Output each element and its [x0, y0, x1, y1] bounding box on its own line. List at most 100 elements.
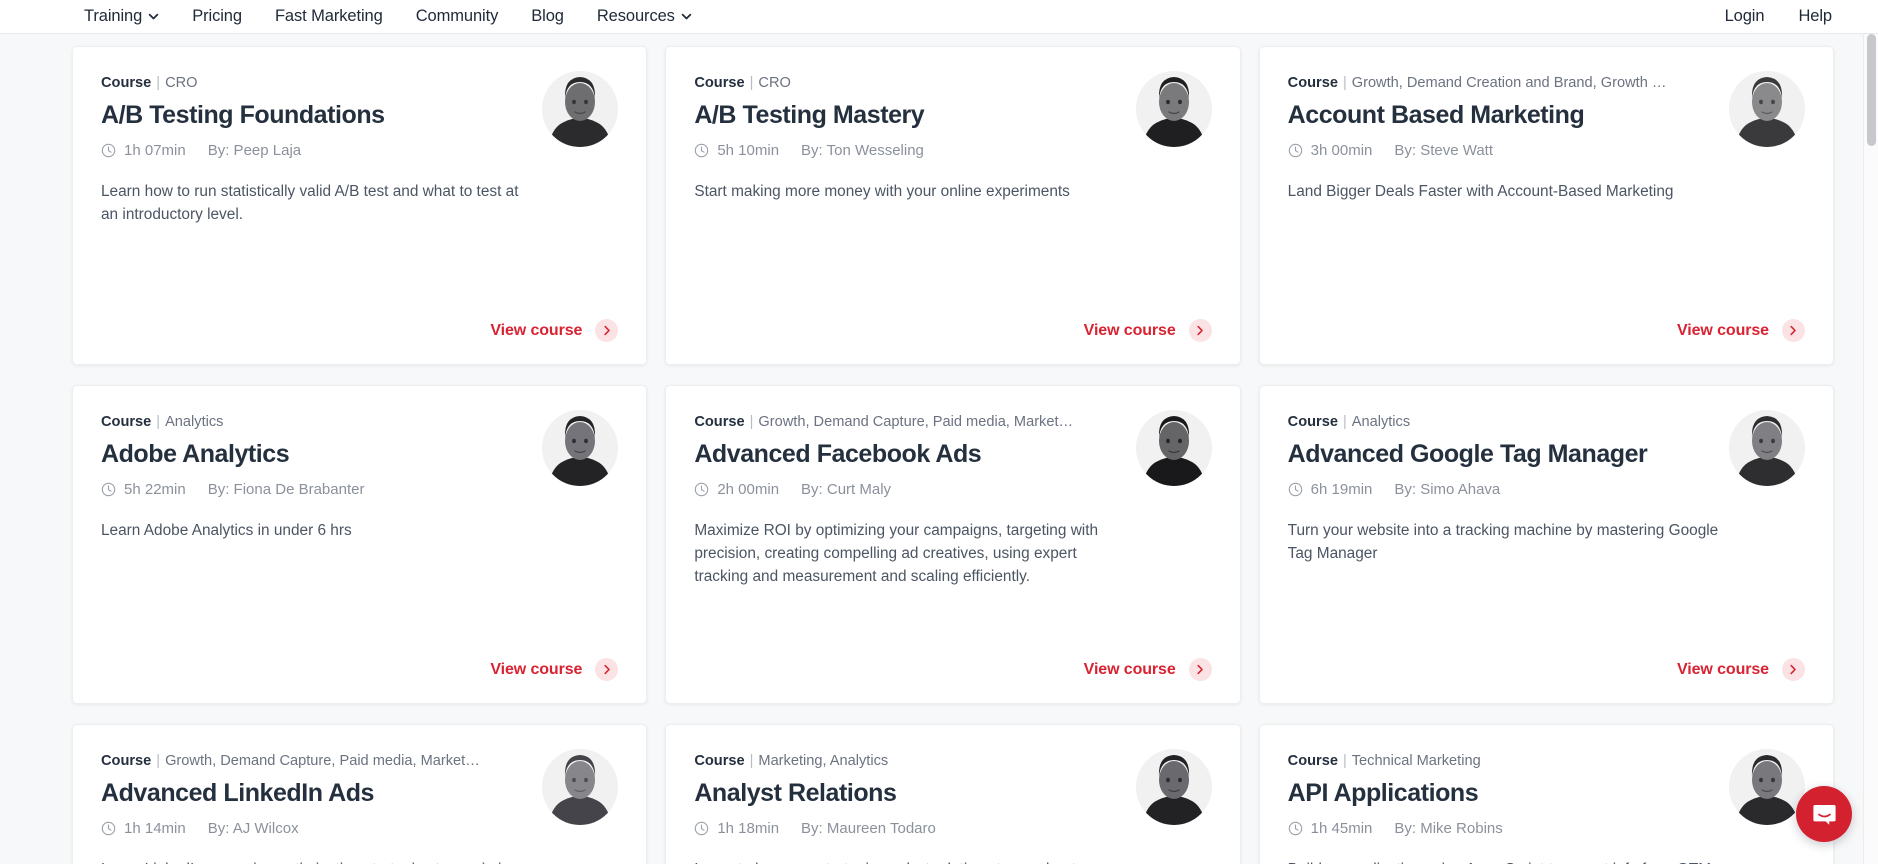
card-meta: Course | Growth, Demand Capture, Paid medi…: [101, 751, 501, 771]
nav-item-training[interactable]: Training: [84, 7, 159, 26]
view-course-link[interactable]: View course: [1084, 658, 1212, 681]
card-author: By: Curt Maly: [801, 481, 891, 498]
view-course-link[interactable]: View course: [1677, 319, 1805, 342]
clock-icon: [694, 821, 709, 836]
meta-separator: |: [156, 75, 161, 91]
card-author-label: By: Simo Ahava: [1394, 481, 1501, 498]
card-meta: Course | Analytics: [1288, 412, 1688, 432]
card-category-label: Analytics: [1351, 414, 1411, 430]
scrollbar-thumb[interactable]: [1867, 34, 1876, 146]
course-card[interactable]: Course | Technical Marketing API Applicatio…: [1258, 724, 1834, 864]
view-course-link[interactable]: View course: [490, 319, 619, 342]
chevron-right-icon: [595, 319, 619, 342]
card-stats: 6h 19min By: Simo Ahava: [1288, 481, 1719, 498]
card-duration: 1h 07min: [101, 142, 186, 159]
card-duration-label: 1h 14min: [124, 820, 186, 837]
card-duration: 5h 10min: [694, 142, 779, 159]
view-course-label: View course: [1676, 321, 1769, 339]
card-stats: 3h 00min By: Steve Watt: [1288, 142, 1719, 159]
card-type-label: Course: [1287, 753, 1338, 769]
course-card[interactable]: Course | Analytics Advanced Google Tag Mana…: [1258, 385, 1834, 704]
card-stats: 1h 07min By: Peep Laja: [101, 142, 532, 159]
card-meta: Course | Growth, Demand Creation and Brand…: [1288, 73, 1688, 93]
card-header: Course | Analytics Advanced Google Tag Mana…: [1288, 410, 1805, 498]
view-course-link[interactable]: View course: [1677, 658, 1805, 681]
card-title: Analyst Relations: [694, 779, 897, 807]
card-author-label: By: Ton Wesseling: [801, 142, 924, 159]
card-duration-label: 5h 10min: [717, 142, 780, 159]
view-course-label: View course: [490, 321, 583, 339]
card-author: By: Ton Wesseling: [801, 142, 924, 159]
meta-separator: |: [156, 414, 161, 430]
card-meta: Course | Analytics: [101, 412, 501, 432]
card-text-block: Course | CRO A/B Testing Mastery 5h 10min By:…: [694, 73, 1135, 159]
view-course-label: View course: [1676, 660, 1769, 678]
card-author: By: Steve Watt: [1394, 142, 1493, 159]
course-card[interactable]: Course | CRO A/B Testing Foundations 1h 07mi…: [72, 46, 648, 365]
card-category-label: Marketing, Analytics: [758, 753, 889, 769]
card-author-label: By: Fiona De Brabanter: [207, 481, 365, 498]
card-meta: Course | Technical Marketing: [1288, 751, 1688, 771]
card-type-label: Course: [101, 414, 152, 430]
nav-item-community[interactable]: Community: [416, 7, 499, 26]
clock-icon: [1288, 143, 1303, 158]
nav-item-pricing[interactable]: Pricing: [192, 7, 242, 26]
nav-item-help[interactable]: Help: [1798, 7, 1832, 26]
card-author-label: By: Curt Maly: [801, 481, 892, 498]
course-card[interactable]: Course | Marketing, Analytics Analyst Relat…: [665, 724, 1241, 864]
view-course-link[interactable]: View course: [1084, 319, 1212, 342]
course-card[interactable]: Course | Growth, Demand Capture, Paid medi…: [665, 385, 1241, 704]
card-stats: 5h 10min By: Ton Wesseling: [694, 142, 1125, 159]
meta-separator: |: [749, 414, 754, 430]
meta-separator: |: [156, 753, 161, 769]
card-category-label: Analytics: [165, 414, 224, 430]
meta-separator: |: [1342, 753, 1347, 769]
nav-item-blog[interactable]: Blog: [531, 7, 564, 26]
nav-item-resources[interactable]: Resources: [597, 7, 692, 26]
card-duration: 6h 19min: [1288, 481, 1372, 498]
nav-item-login[interactable]: Login: [1725, 7, 1765, 26]
card-text-block: Course | Growth, Demand Capture, Paid medi…: [694, 412, 1135, 498]
view-course-label: View course: [490, 660, 583, 678]
nav-item-label: Fast Marketing: [274, 7, 383, 25]
course-card[interactable]: Course | Growth, Demand Capture, Paid medi…: [72, 724, 648, 864]
card-header: Course | Growth, Demand Capture, Paid medi…: [101, 749, 619, 837]
nav-item-fast-marketing[interactable]: Fast Marketing: [275, 7, 383, 26]
card-description: Maximize ROI by optimizing your campaign…: [694, 522, 1099, 585]
card-title: Advanced LinkedIn Ads: [101, 779, 375, 807]
clock-icon: [1288, 482, 1303, 497]
course-card[interactable]: Course | Analytics Adobe Analytics 5h 22min B…: [72, 385, 648, 704]
instructor-avatar: [542, 749, 619, 825]
card-stats: 2h 00min By: Curt Maly: [694, 481, 1125, 498]
card-author: By: AJ Wilcox: [208, 820, 299, 837]
course-grid: Course | CRO A/B Testing Foundations 1h 07mi…: [72, 46, 1834, 864]
card-type-label: Course: [101, 753, 152, 769]
page-scrollbar[interactable]: [1863, 34, 1878, 864]
card-title: A/B Testing Mastery: [694, 101, 925, 129]
card-author-label: By: Steve Watt: [1394, 142, 1494, 159]
instructor-avatar: [542, 410, 619, 486]
course-card[interactable]: Course | Growth, Demand Creation and Brand…: [1258, 46, 1834, 365]
card-text-block: Course | Technical Marketing API Applicatio…: [1288, 751, 1729, 837]
card-type-label: Course: [694, 75, 745, 91]
card-meta: Course | CRO: [694, 73, 1094, 93]
view-course-label: View course: [1083, 660, 1176, 678]
view-course-label: View course: [1083, 321, 1176, 339]
nav-item-label: Resources: [596, 7, 675, 25]
nav-item-label: Blog: [531, 7, 564, 25]
card-text-block: Course | CRO A/B Testing Foundations 1h 07mi…: [101, 73, 542, 159]
intercom-chat-launcher[interactable]: [1796, 786, 1852, 842]
card-type-label: Course: [1287, 75, 1338, 91]
card-author-label: By: Maureen Todaro: [801, 820, 936, 837]
instructor-avatar: [1135, 410, 1212, 486]
card-author: By: Fiona De Brabanter: [208, 481, 365, 498]
instructor-avatar: [1135, 71, 1212, 147]
card-duration: 1h 14min: [101, 820, 186, 837]
card-description: Turn your website into a tracking machin…: [1287, 522, 1719, 562]
card-text-block: Course | Growth, Demand Capture, Paid medi…: [101, 751, 542, 837]
card-author: By: Mike Robins: [1394, 820, 1502, 837]
card-meta: Course | CRO: [101, 73, 501, 93]
card-type-label: Course: [694, 753, 745, 769]
view-course-link[interactable]: View course: [490, 658, 619, 681]
course-card[interactable]: Course | CRO A/B Testing Mastery 5h 10min By:…: [665, 46, 1241, 365]
